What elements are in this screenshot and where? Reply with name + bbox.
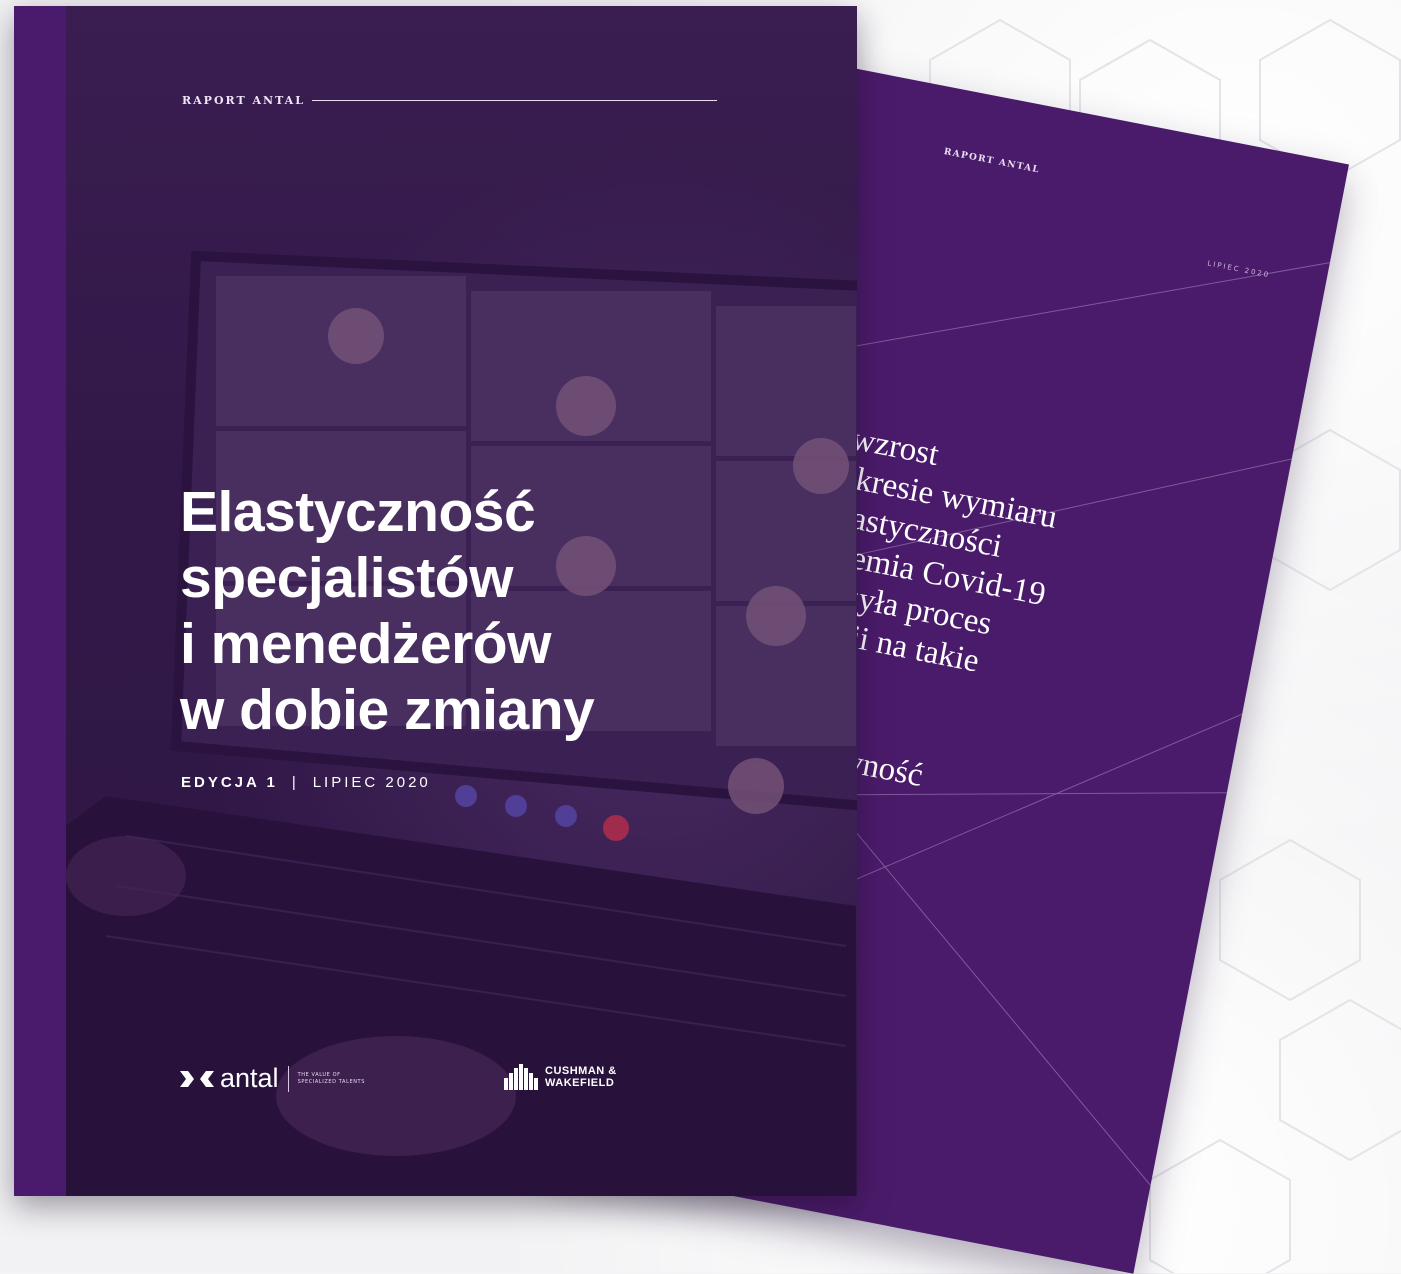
edition-label: EDYCJA 1	[181, 774, 278, 791]
edition-line: EDYCJA 1 | LIPIEC 2020	[181, 774, 431, 791]
antal-tagline-line: SPECIALIZED TALENTS	[297, 1078, 365, 1085]
cover-header-rule	[311, 100, 717, 101]
cushman-wakefield-logo: CUSHMAN & WAKEFIELD	[504, 1064, 617, 1090]
cover-header-text: RAPORT ANTAL	[182, 94, 305, 107]
cover-title: Elastyczność specjalistów i menedżerów w…	[180, 479, 595, 743]
title-line: specjalistów	[180, 546, 513, 610]
cushman-wakefield-wordmark: CUSHMAN & WAKEFIELD	[545, 1065, 617, 1089]
antal-tagline-line: THE VALUE OF	[297, 1071, 341, 1078]
report-cover: RAPORT ANTAL Elastyczność specjalistów i…	[14, 6, 857, 1196]
title-line: Elastyczność	[180, 480, 536, 544]
title-line: w dobie zmiany	[180, 678, 595, 742]
antal-divider	[287, 1065, 289, 1092]
title-line: i menedżerów	[180, 612, 551, 676]
cw-line: CUSHMAN &	[545, 1065, 617, 1077]
edition-date: LIPIEC 2020	[312, 774, 431, 791]
antal-logo: antal THE VALUE OF SPECIALIZED TALENTS	[180, 1063, 388, 1094]
cover-header: RAPORT ANTAL	[182, 94, 717, 107]
edition-separator: |	[291, 774, 299, 791]
cw-line: WAKEFIELD	[545, 1077, 615, 1089]
cushman-wakefield-logo-icon	[504, 1064, 538, 1090]
antal-tagline: THE VALUE OF SPECIALIZED TALENTS	[298, 1072, 388, 1086]
antal-wordmark: antal	[220, 1063, 279, 1093]
cover-spine	[14, 6, 66, 1196]
antal-logo-icon	[180, 1070, 214, 1087]
